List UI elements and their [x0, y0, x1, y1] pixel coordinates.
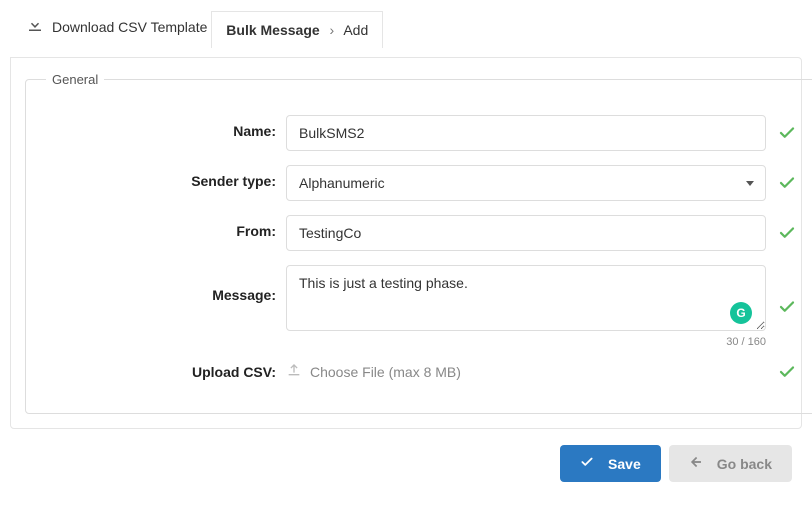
- from-label: From:: [46, 215, 286, 239]
- general-fieldset: General Name: Sender type: Alphanumeric: [25, 72, 812, 414]
- from-input[interactable]: [286, 215, 766, 251]
- row-from: From:: [46, 215, 796, 251]
- go-back-button-label: Go back: [717, 456, 772, 472]
- upload-icon: [286, 362, 302, 381]
- breadcrumb-root[interactable]: Bulk Message: [226, 22, 319, 38]
- row-message: Message: G 30 / 160: [46, 265, 796, 348]
- message-label: Message:: [46, 265, 286, 303]
- save-button[interactable]: Save: [560, 445, 661, 482]
- chevron-right-icon: ›: [330, 22, 335, 38]
- message-textarea[interactable]: [286, 265, 766, 331]
- name-label: Name:: [46, 115, 286, 139]
- row-sender-type: Sender type: Alphanumeric: [46, 165, 796, 201]
- go-back-button[interactable]: Go back: [669, 445, 792, 482]
- check-icon: [778, 363, 796, 381]
- check-icon: [778, 298, 796, 316]
- arrow-left-icon: [689, 455, 703, 472]
- button-bar: Save Go back: [10, 445, 802, 482]
- check-icon: [778, 174, 796, 192]
- char-counter: 30 / 160: [286, 336, 766, 348]
- check-icon: [580, 455, 594, 472]
- download-csv-template-link[interactable]: Download CSV Template: [26, 16, 207, 37]
- check-icon: [778, 124, 796, 142]
- row-upload-csv: Upload CSV: Choose File (max 8 MB): [46, 362, 796, 381]
- upload-label: Upload CSV:: [46, 364, 286, 380]
- download-csv-template-label: Download CSV Template: [52, 19, 207, 35]
- sender-type-select-wrap: Alphanumeric: [286, 165, 766, 201]
- grammarly-icon[interactable]: G: [730, 302, 752, 324]
- save-button-label: Save: [608, 456, 641, 472]
- form-panel: General Name: Sender type: Alphanumeric: [10, 57, 802, 429]
- choose-file-label: Choose File (max 8 MB): [310, 364, 461, 380]
- sender-type-select[interactable]: Alphanumeric: [286, 165, 766, 201]
- choose-file-button[interactable]: Choose File (max 8 MB): [286, 362, 461, 381]
- name-input[interactable]: [286, 115, 766, 151]
- row-name: Name:: [46, 115, 796, 151]
- download-icon: [26, 16, 44, 37]
- general-legend: General: [46, 72, 104, 87]
- breadcrumb-leaf: Add: [343, 22, 368, 38]
- breadcrumb: Bulk Message › Add: [211, 11, 383, 48]
- sender-type-label: Sender type:: [46, 165, 286, 189]
- check-icon: [778, 224, 796, 242]
